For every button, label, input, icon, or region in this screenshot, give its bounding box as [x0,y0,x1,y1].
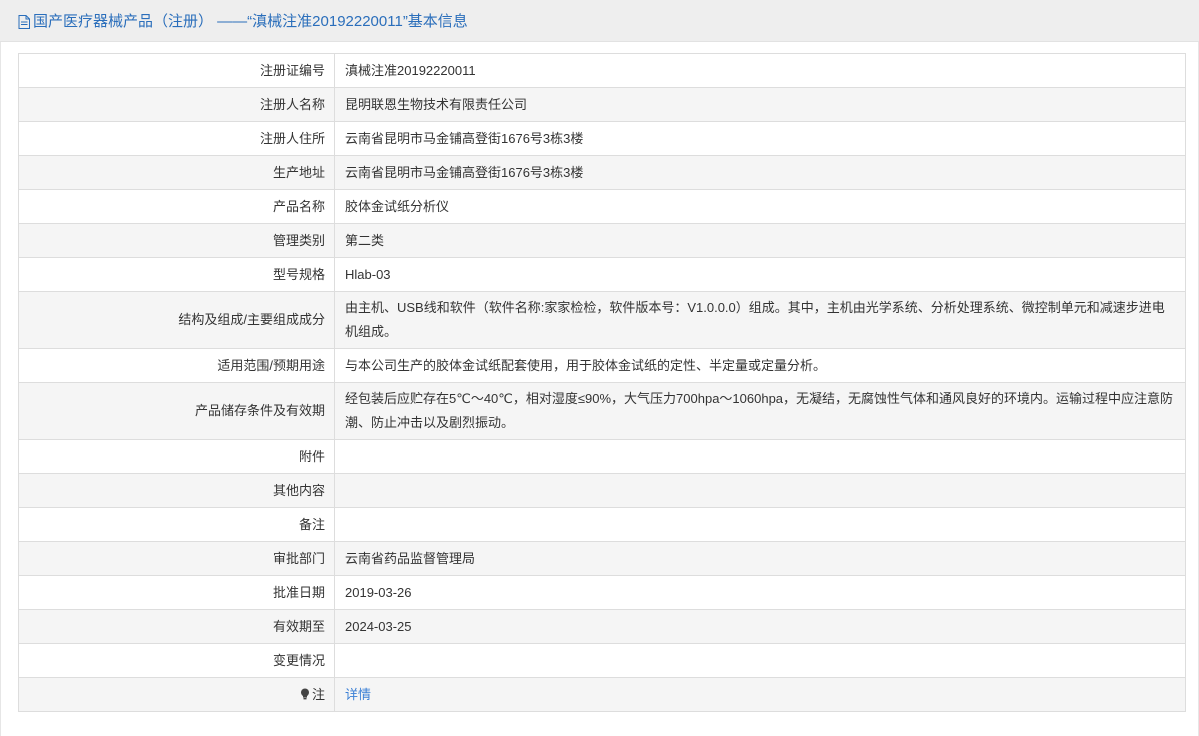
table-row: 型号规格 Hlab-03 [18,257,1186,292]
table-row: 产品储存条件及有效期 经包装后应贮存在5℃～40℃，相对湿度≤90%，大气压力7… [18,382,1186,440]
table-row: 其他内容 [18,473,1186,508]
lightbulb-icon [300,684,310,699]
row-label: 适用范围/预期用途 [18,348,335,383]
table-row: 注册人名称 昆明联恩生物技术有限责任公司 [18,87,1186,122]
row-value: 云南省药品监督管理局 [334,541,1186,576]
row-label: 批准日期 [18,575,335,610]
table-row: 生产地址 云南省昆明市马金铺高登街1676号3栋3楼 [18,155,1186,190]
row-label: 型号规格 [18,257,335,292]
row-label: 结构及组成/主要组成成分 [18,291,335,349]
panel-header: 国产医疗器械产品（注册） ——“滇械注准20192220011”基本信息 [0,0,1199,42]
table-row: 备注 [18,507,1186,542]
row-value: 云南省昆明市马金铺高登街1676号3栋3楼 [334,121,1186,156]
row-value [334,473,1186,508]
details-link[interactable]: 详情 [345,687,371,702]
note-label-cell: 注 [18,677,335,712]
table-row: 注册证编号 滇械注准20192220011 [18,53,1186,88]
page-title: 国产医疗器械产品（注册） ——“滇械注准20192220011”基本信息 [33,13,468,30]
row-value: 由主机、USB线和软件（软件名称:家家检检，软件版本号：V1.0.0.0）组成。… [334,291,1186,349]
table-row: 注册人住所 云南省昆明市马金铺高登街1676号3栋3楼 [18,121,1186,156]
note-label: 注 [311,686,325,702]
content-area: 注册证编号 滇械注准20192220011 注册人名称 昆明联恩生物技术有限责任… [0,42,1199,736]
row-value: 与本公司生产的胶体金试纸配套使用，用于胶体金试纸的定性、半定量或定量分析。 [334,348,1186,383]
row-value: 昆明联恩生物技术有限责任公司 [334,87,1186,122]
detail-panel: 国产医疗器械产品（注册） ——“滇械注准20192220011”基本信息 注册证… [0,0,1199,736]
table-row: 有效期至 2024-03-25 [18,609,1186,644]
row-label: 注册人名称 [18,87,335,122]
row-label: 其他内容 [18,473,335,508]
table-row: 附件 [18,439,1186,474]
row-value: 滇械注准20192220011 [334,53,1186,88]
row-value: 2019-03-26 [334,575,1186,610]
row-value [334,439,1186,474]
row-value: Hlab-03 [334,257,1186,292]
document-icon [18,14,30,29]
row-label: 有效期至 [18,609,335,644]
table-row: 产品名称 胶体金试纸分析仪 [18,189,1186,224]
row-value: 云南省昆明市马金铺高登街1676号3栋3楼 [334,155,1186,190]
row-value: 2024-03-25 [334,609,1186,644]
info-table: 注册证编号 滇械注准20192220011 注册人名称 昆明联恩生物技术有限责任… [18,53,1186,712]
row-value: 经包装后应贮存在5℃～40℃，相对湿度≤90%，大气压力700hpa～1060h… [334,382,1186,440]
table-row: 适用范围/预期用途 与本公司生产的胶体金试纸配套使用，用于胶体金试纸的定性、半定… [18,348,1186,383]
note-value-cell: 详情 [334,677,1186,712]
row-value [334,643,1186,678]
row-value: 第二类 [334,223,1186,258]
row-label: 注册证编号 [18,53,335,88]
row-label: 附件 [18,439,335,474]
row-label: 备注 [18,507,335,542]
row-label: 变更情况 [18,643,335,678]
row-label: 生产地址 [18,155,335,190]
row-label: 审批部门 [18,541,335,576]
row-label: 产品名称 [18,189,335,224]
row-value: 胶体金试纸分析仪 [334,189,1186,224]
table-row: 审批部门 云南省药品监督管理局 [18,541,1186,576]
note-row: 注 详情 [18,677,1186,712]
row-value [334,507,1186,542]
row-label: 注册人住所 [18,121,335,156]
row-label: 管理类别 [18,223,335,258]
row-label: 产品储存条件及有效期 [18,382,335,440]
table-row: 变更情况 [18,643,1186,678]
table-row: 管理类别 第二类 [18,223,1186,258]
table-row: 结构及组成/主要组成成分 由主机、USB线和软件（软件名称:家家检检，软件版本号… [18,291,1186,349]
table-row: 批准日期 2019-03-26 [18,575,1186,610]
